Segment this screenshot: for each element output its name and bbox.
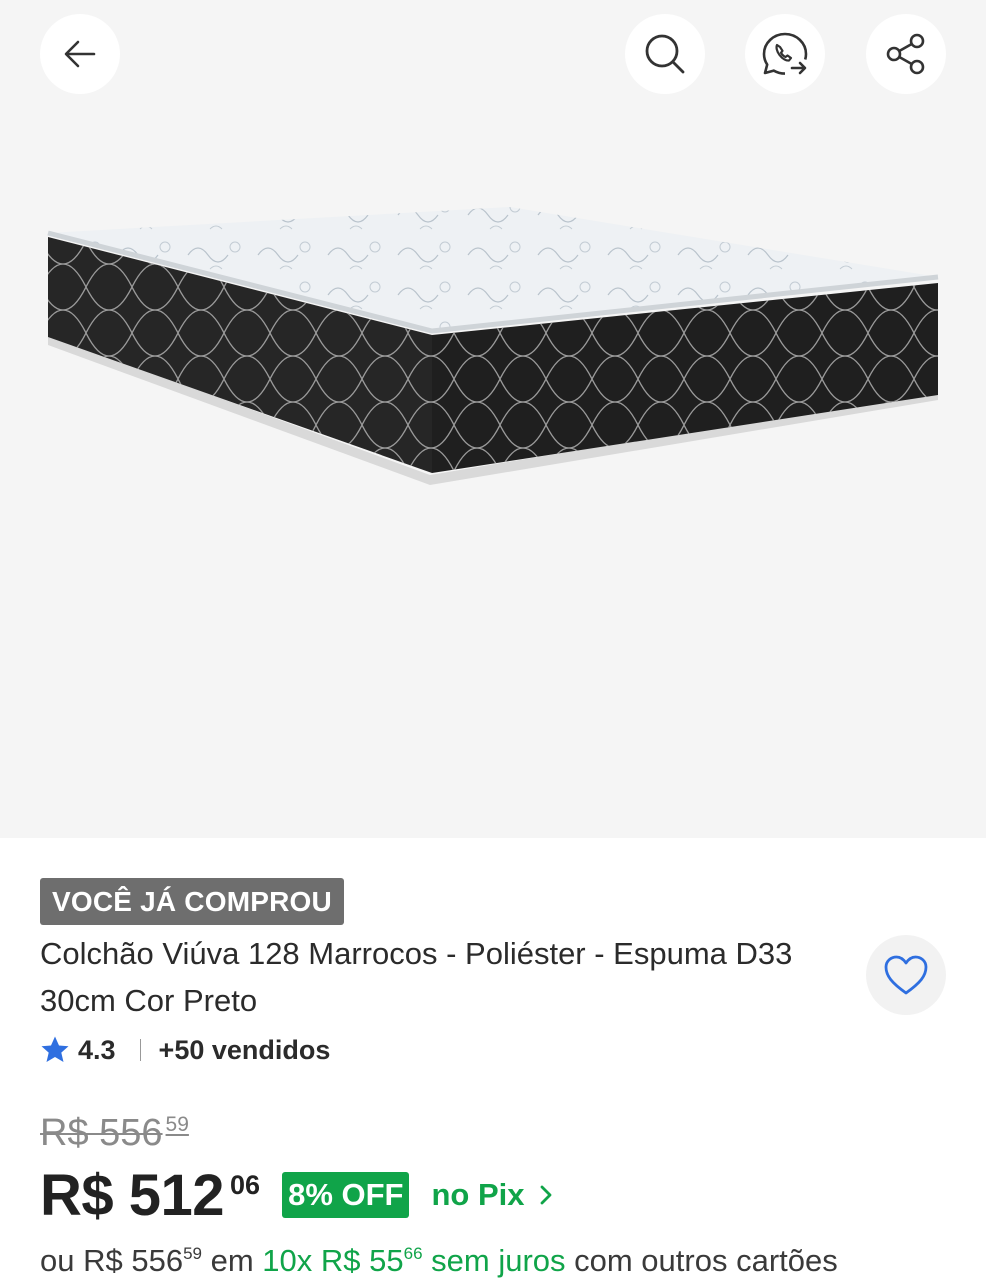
sold-count: +50 vendidos [158,1034,331,1065]
whatsapp-button[interactable] [745,14,825,94]
search-icon [645,34,685,74]
arrow-left-icon [64,40,96,68]
product-image-mattress [47,207,939,485]
favorite-button[interactable] [866,935,946,1015]
installments-info: ou R$ 55659 em 10x R$ 5566 sem juros com… [40,1243,838,1278]
product-gallery[interactable] [0,0,986,838]
current-price: R$ 512 [40,1162,225,1228]
chevron-right-icon [540,1185,551,1205]
current-price-cents: 06 [230,1170,261,1200]
rating-value: 4.3 [78,1034,116,1065]
share-icon [886,33,925,75]
rating-row[interactable]: 4.3 +50 vendidos [40,1030,330,1070]
product-title: Colchão Viúva 128 Marrocos - Poliéster -… [40,936,793,1018]
star-icon [41,1036,69,1062]
old-price: R$ 556 59 [40,1112,189,1154]
share-button[interactable] [866,14,946,94]
already-bought-badge: VOCÊ JÁ COMPROU [40,878,344,925]
whatsapp-icon [762,32,808,75]
pix-link[interactable]: no Pix [431,1177,552,1213]
pix-label: no Pix [431,1177,525,1212]
heart-icon [884,955,928,995]
search-button[interactable] [625,14,705,94]
discount-badge: 8% OFF [282,1172,410,1218]
price-row: R$ 512 06 8% OFF no Pix [40,1162,553,1228]
back-button[interactable] [40,14,120,94]
divider [139,1039,141,1061]
